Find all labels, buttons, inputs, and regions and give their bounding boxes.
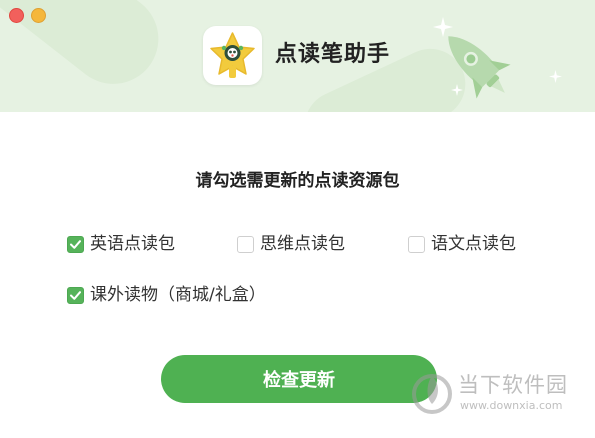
header-banner: 点读笔助手 — [0, 0, 595, 112]
english-pack-checkbox[interactable] — [67, 235, 84, 253]
window-minimize-button[interactable] — [31, 8, 46, 23]
option-extracurricular-pack[interactable]: 课外读物（商城/礼盒） — [67, 282, 266, 308]
thinking-pack-checkbox[interactable] — [237, 235, 254, 253]
sparkle-icon — [433, 17, 453, 37]
chinese-pack-checkbox[interactable] — [408, 235, 425, 253]
option-label: 英语点读包 — [90, 234, 175, 254]
watermark: 当下软件园 www.downxia.com — [410, 370, 590, 420]
star-cartoon-logo-icon — [203, 26, 262, 85]
option-label: 课外读物（商城/礼盒） — [90, 285, 266, 305]
sparkle-icon — [451, 84, 463, 96]
option-chinese-pack[interactable]: 语文点读包 — [408, 231, 516, 257]
sparkle-icon — [549, 70, 562, 83]
header-decoration-shape — [0, 0, 177, 103]
option-label: 语文点读包 — [431, 234, 516, 254]
option-label: 思维点读包 — [260, 234, 345, 254]
watermark-name: 当下软件园 — [458, 373, 568, 397]
watermark-url: www.downxia.com — [460, 399, 563, 412]
option-thinking-pack[interactable]: 思维点读包 — [237, 231, 345, 257]
update-prompt: 请勾选需更新的点读资源包 — [195, 171, 400, 191]
window-close-button[interactable] — [9, 8, 24, 23]
extracurricular-pack-checkbox[interactable] — [67, 286, 84, 304]
option-english-pack[interactable]: 英语点读包 — [67, 231, 175, 257]
downxia-logo-icon — [412, 374, 452, 414]
app-title: 点读笔助手 — [275, 42, 391, 67]
check-update-button[interactable]: 检查更新 — [161, 355, 437, 403]
